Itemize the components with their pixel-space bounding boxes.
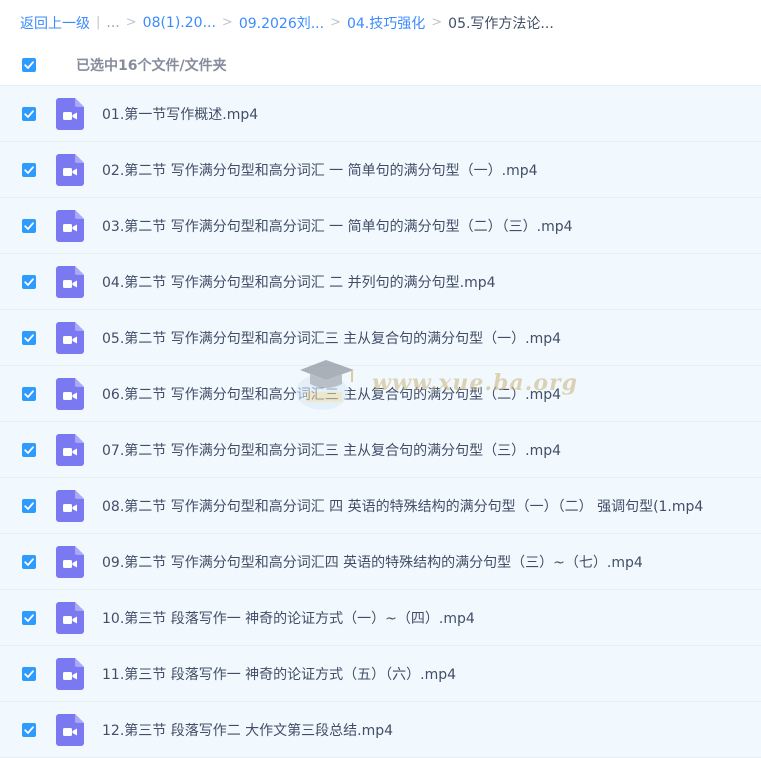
check-icon xyxy=(24,669,34,678)
check-icon xyxy=(24,501,34,510)
breadcrumb-current: 05.写作方法论... xyxy=(448,15,554,32)
video-file-icon xyxy=(56,209,84,242)
file-row[interactable]: 04.第二节 写作满分句型和高分词汇 二 并列句的满分句型.mp4 xyxy=(0,254,761,310)
file-row[interactable]: 02.第二节 写作满分句型和高分词汇 一 简单句的满分句型（一）.mp4 xyxy=(0,142,761,198)
file-checkbox[interactable] xyxy=(22,666,36,681)
video-file-icon xyxy=(56,321,84,354)
file-row[interactable]: 07.第二节 写作满分句型和高分词汇三 主从复合句的满分句型（三）.mp4 xyxy=(0,422,761,478)
file-list: 01.第一节写作概述.mp4 02.第二节 写作满分句型和高分词汇 一 简单句的… xyxy=(0,85,761,758)
video-file-icon xyxy=(56,601,84,634)
check-icon xyxy=(24,221,34,230)
file-name[interactable]: 11.第三节 段落写作一 神奇的论证方式（五）（六）.mp4 xyxy=(102,664,456,684)
file-checkbox[interactable] xyxy=(22,554,36,569)
file-checkbox[interactable] xyxy=(22,274,36,289)
breadcrumb-crumb-2[interactable]: 09.2026刘... xyxy=(239,13,324,33)
breadcrumb-separator: > xyxy=(431,15,443,30)
file-checkbox[interactable] xyxy=(22,386,36,401)
check-icon xyxy=(24,277,34,286)
file-name[interactable]: 05.第二节 写作满分句型和高分词汇三 主从复合句的满分句型（一）.mp4 xyxy=(102,328,561,348)
file-name[interactable]: 12.第三节 段落写作二 大作文第三段总结.mp4 xyxy=(102,720,393,740)
file-name[interactable]: 03.第二节 写作满分句型和高分词汇 一 简单句的满分句型（二）（三）.mp4 xyxy=(102,216,573,236)
check-icon xyxy=(24,333,34,342)
file-name[interactable]: 07.第二节 写作满分句型和高分词汇三 主从复合句的满分句型（三）.mp4 xyxy=(102,440,561,460)
file-checkbox[interactable] xyxy=(22,498,36,513)
video-file-icon xyxy=(56,545,84,578)
video-file-icon xyxy=(56,265,84,298)
file-row[interactable]: 09.第二节 写作满分句型和高分词汇四 英语的特殊结构的满分句型（三）~（七）.… xyxy=(0,534,761,590)
file-checkbox[interactable] xyxy=(22,610,36,625)
file-row[interactable]: 01.第一节写作概述.mp4 xyxy=(0,86,761,142)
video-file-icon xyxy=(56,657,84,690)
breadcrumb-separator: > xyxy=(125,15,137,30)
file-name[interactable]: 06.第二节 写作满分句型和高分词汇三 主从复合句的满分句型（二）.mp4 xyxy=(102,384,561,404)
video-file-icon xyxy=(56,97,84,130)
file-checkbox[interactable] xyxy=(22,106,36,121)
file-row[interactable]: 12.第三节 段落写作二 大作文第三段总结.mp4 xyxy=(0,702,761,758)
select-all-checkbox[interactable] xyxy=(22,58,36,72)
file-name[interactable]: 10.第三节 段落写作一 神奇的论证方式（一）~（四）.mp4 xyxy=(102,608,475,628)
breadcrumb-ellipsis[interactable]: ... xyxy=(106,15,119,31)
file-checkbox[interactable] xyxy=(22,218,36,233)
file-checkbox[interactable] xyxy=(22,162,36,177)
file-name[interactable]: 08.第二节 写作满分句型和高分词汇 四 英语的特殊结构的满分句型（一）（二） … xyxy=(102,496,703,516)
file-row[interactable]: 06.第二节 写作满分句型和高分词汇三 主从复合句的满分句型（二）.mp4 xyxy=(0,366,761,422)
file-row[interactable]: 10.第三节 段落写作一 神奇的论证方式（一）~（四）.mp4 xyxy=(0,590,761,646)
check-icon xyxy=(24,725,34,734)
video-file-icon xyxy=(56,377,84,410)
video-file-icon xyxy=(56,713,84,746)
breadcrumb: 返回上一级 | ... > 08(1).20... > 09.2026刘... … xyxy=(20,0,761,45)
file-row[interactable]: 05.第二节 写作满分句型和高分词汇三 主从复合句的满分句型（一）.mp4 xyxy=(0,310,761,366)
video-file-icon xyxy=(56,489,84,522)
breadcrumb-crumb-3[interactable]: 04.技巧强化 xyxy=(347,13,425,33)
breadcrumb-crumb-1[interactable]: 08(1).20... xyxy=(143,15,216,31)
video-file-icon xyxy=(56,153,84,186)
breadcrumb-separator: > xyxy=(221,15,233,30)
back-link[interactable]: 返回上一级 xyxy=(20,13,90,33)
file-checkbox[interactable] xyxy=(22,442,36,457)
breadcrumb-bar-separator: | xyxy=(96,15,101,30)
file-row[interactable]: 03.第二节 写作满分句型和高分词汇 一 简单句的满分句型（二）（三）.mp4 xyxy=(0,198,761,254)
selection-bar: 已选中16个文件/文件夹 xyxy=(0,45,761,85)
check-icon xyxy=(24,557,34,566)
file-checkbox[interactable] xyxy=(22,330,36,345)
check-icon xyxy=(24,165,34,174)
file-name[interactable]: 02.第二节 写作满分句型和高分词汇 一 简单句的满分句型（一）.mp4 xyxy=(102,160,538,180)
check-icon xyxy=(24,613,34,622)
video-file-icon xyxy=(56,433,84,466)
file-row[interactable]: 08.第二节 写作满分句型和高分词汇 四 英语的特殊结构的满分句型（一）（二） … xyxy=(0,478,761,534)
selection-count-label: 已选中16个文件/文件夹 xyxy=(76,58,227,74)
file-row[interactable]: 11.第三节 段落写作一 神奇的论证方式（五）（六）.mp4 xyxy=(0,646,761,702)
check-icon xyxy=(24,445,34,454)
file-name[interactable]: 09.第二节 写作满分句型和高分词汇四 英语的特殊结构的满分句型（三）~（七）.… xyxy=(102,552,643,572)
file-name[interactable]: 01.第一节写作概述.mp4 xyxy=(102,104,258,124)
check-icon xyxy=(24,109,34,118)
check-icon xyxy=(24,61,34,69)
file-name[interactable]: 04.第二节 写作满分句型和高分词汇 二 并列句的满分句型.mp4 xyxy=(102,272,496,292)
breadcrumb-separator: > xyxy=(330,15,341,30)
check-icon xyxy=(24,389,34,398)
